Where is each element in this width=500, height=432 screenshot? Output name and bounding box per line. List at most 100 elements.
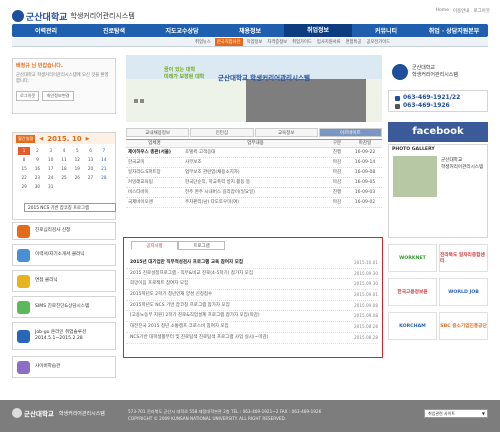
calendar-day[interactable]: 3 bbox=[45, 147, 57, 155]
facebook-banner[interactable]: facebook bbox=[388, 122, 488, 142]
edit-info-button[interactable]: 개인정보변경 bbox=[42, 91, 74, 101]
calendar-day[interactable]: 2 bbox=[31, 147, 43, 155]
calendar-day[interactable]: 8 bbox=[18, 156, 30, 164]
nav-advisor[interactable]: 지도교수상담 bbox=[148, 26, 216, 35]
calendar-day[interactable]: 5 bbox=[71, 147, 83, 155]
banner-prev-button[interactable] bbox=[134, 99, 138, 103]
subnav-news[interactable]: 취업뉴스 bbox=[194, 39, 212, 45]
calendar-day[interactable]: 17 bbox=[45, 165, 57, 173]
guide-link[interactable]: 이용안내 bbox=[453, 8, 470, 14]
calendar-day[interactable]: 31 bbox=[45, 183, 57, 191]
logout-link[interactable]: 로그아웃 bbox=[473, 8, 490, 14]
notice-item[interactable]: 2015학년도 NCS 기반 잡코칭 프로그램 참가자 모집 2015.09.08 bbox=[126, 301, 378, 312]
subnav-contest[interactable]: 공모전가이드 bbox=[365, 39, 391, 45]
notice-item[interactable]: NCS기반 대학생활부터 및 진로탐색 진로탐색 프로그램 사업 실시(~마감)… bbox=[126, 333, 378, 344]
job-cell: 커밍래교육팀 bbox=[128, 180, 153, 185]
logout-button[interactable]: 로그아웃 bbox=[16, 91, 40, 101]
nav-career[interactable]: 진로탐색 bbox=[80, 26, 148, 35]
notice-item[interactable]: 2015학년도 2학기 청년인재 양성 신청접수 2015.09.01 bbox=[126, 290, 378, 301]
keis-link[interactable]: 한국고용정보원 bbox=[388, 278, 437, 306]
calendar-day[interactable]: 28 bbox=[98, 174, 110, 182]
psych-test-link[interactable]: 진로심리검사 신청 bbox=[12, 222, 116, 240]
calendar-day[interactable]: 16 bbox=[31, 165, 43, 173]
tab-internship[interactable]: 인턴십 bbox=[190, 128, 254, 137]
worldjob-link[interactable]: WORLD JOB bbox=[439, 278, 488, 306]
jobgo-link[interactable]: Job-go 온라인 취업솔루션 2014.5.1~2015.2.28 bbox=[12, 322, 116, 350]
calendar-day[interactable]: 29 bbox=[18, 183, 30, 191]
footer-seal-icon bbox=[12, 408, 22, 418]
tab-education[interactable]: 교육정보 bbox=[254, 128, 318, 137]
calendar-day[interactable]: 22 bbox=[18, 174, 30, 182]
home-link[interactable]: Home bbox=[436, 8, 449, 14]
job-row[interactable]: 커밍래교육팀 한국단순직, 학교폭력 방지 활동 등 마감 16-09-05 bbox=[126, 178, 382, 188]
notice-item[interactable]: 2015 진로설정프로그램 - 직무&비교 진로(4-5학기) 참가자 모집 20… bbox=[126, 269, 378, 280]
job-row[interactable]: 국제바이오랜 주차판리(남) 다도토우미(여) 마감 16-09-02 bbox=[126, 198, 382, 208]
calendar-day[interactable]: 4 bbox=[58, 147, 70, 155]
calendar-day[interactable]: 25 bbox=[58, 174, 70, 182]
calendar-day[interactable]: 30 bbox=[31, 183, 43, 191]
notice-item[interactable]: 2015년 대기업만 직무적성검사 프로그램 교육 참여자 모집 2015.10.… bbox=[126, 258, 378, 269]
gallery-photo[interactable] bbox=[393, 156, 437, 197]
calendar-day[interactable]: 26 bbox=[71, 174, 83, 182]
nav-jobinfo[interactable]: 취업정보 bbox=[284, 24, 352, 37]
job-cell: 진행 bbox=[332, 150, 342, 155]
calendar-day[interactable]: 11 bbox=[58, 156, 70, 164]
tab-program[interactable]: 프로그램 bbox=[178, 241, 225, 250]
subnav-interview[interactable]: 면접특공 bbox=[345, 39, 363, 45]
jobcenter-link[interactable]: 전라북도 일자리종합센터 bbox=[439, 244, 488, 272]
banner-next-button[interactable] bbox=[140, 99, 144, 103]
notice-item[interactable]: 희망이음 프로젝트 참여자 모집 2015.09.30 bbox=[126, 279, 378, 291]
subnav-documents[interactable]: 입사지원서류 bbox=[316, 39, 342, 45]
subnav-license[interactable]: 자격증정보 bbox=[266, 39, 288, 45]
job-row[interactable]: 제이하우스 총판(서울) 호텔퀵 고객응대 진행 16-09-22 bbox=[126, 148, 382, 158]
notice-item[interactable]: [고용노동부 지원] 2학기 진로&직업설계 프로그램 참가자 모집(마감) 20… bbox=[126, 311, 378, 323]
calendar-day[interactable]: 19 bbox=[71, 165, 83, 173]
calendar-day[interactable]: 6 bbox=[84, 147, 96, 155]
related-sites-value: 취업관련 사이트 bbox=[428, 411, 456, 416]
next-month-icon[interactable]: ▶ bbox=[86, 136, 90, 142]
calendar-day[interactable]: 24 bbox=[45, 174, 57, 182]
side-logo[interactable]: 군산대학교 학생커리어관리시스템 bbox=[388, 58, 488, 85]
job-row[interactable]: 비스타바이 전주 완주 시내버스 길라잡이(일요일) 진행 16-09-03 bbox=[126, 188, 382, 198]
worknet-link[interactable]: WORKNET bbox=[388, 244, 437, 272]
tab-campus-recruit[interactable]: 교내채용정보 bbox=[126, 128, 190, 137]
sbc-link[interactable]: SBC 중소기업진흥공단 bbox=[439, 312, 488, 340]
calendar-day[interactable]: 1 bbox=[18, 147, 31, 155]
tab-parttime[interactable]: 아르바이트 bbox=[318, 128, 382, 137]
related-sites-select[interactable]: 취업관련 사이트 ▼ bbox=[424, 409, 488, 418]
nav-recruit[interactable]: 채용정보 bbox=[216, 26, 284, 35]
calendar-day[interactable]: 13 bbox=[84, 156, 96, 164]
cyber-learning-link[interactable]: 사이버학습관 bbox=[12, 356, 116, 378]
calendar-day[interactable]: 20 bbox=[84, 165, 96, 173]
subnav-guide[interactable]: 취업가이드 bbox=[291, 39, 313, 45]
logo[interactable]: 군산대학교 학생커리어관리시스템 bbox=[12, 8, 135, 24]
subnav-jobinfo[interactable]: 직업정보 bbox=[246, 39, 264, 45]
prev-month-icon[interactable]: ◀ bbox=[39, 136, 43, 142]
calendar-day[interactable]: 21 bbox=[98, 165, 110, 173]
calendar-day[interactable]: 7 bbox=[98, 147, 110, 155]
calendar-day[interactable]: 27 bbox=[84, 174, 96, 182]
calendar-day[interactable]: 15 bbox=[18, 165, 30, 173]
resume-clinic-link[interactable]: 이력서/자기소개서 클리닉 bbox=[12, 244, 116, 266]
calendar-day[interactable]: 12 bbox=[71, 156, 83, 164]
calendar-day[interactable]: 14 bbox=[98, 156, 110, 164]
tab-notice[interactable]: 공지사항 bbox=[131, 241, 178, 250]
calendar-day[interactable]: 10 bbox=[45, 156, 57, 164]
calendar-day[interactable]: 18 bbox=[58, 165, 70, 173]
nav-community[interactable]: 커뮤니티 bbox=[352, 26, 420, 35]
calendar-event-popup[interactable]: 2015 NCS 기반 잡코칭 프로그램 bbox=[24, 203, 116, 212]
notice-item[interactable]: 대전진국 2015 청년 소통캠프 크로스비 참여자 모집 2015.08.28 bbox=[126, 322, 378, 333]
nav-resume[interactable]: 이력관리 bbox=[12, 26, 80, 35]
sims-link[interactable]: SIMS 진로진단&상담시스템 bbox=[12, 296, 116, 318]
calendar-day[interactable]: 9 bbox=[31, 156, 43, 164]
korcham-link[interactable]: KORCHAM bbox=[388, 312, 437, 340]
calendar-day[interactable]: 23 bbox=[31, 174, 43, 182]
subnav-dictionary[interactable]: 한국직업사전 bbox=[214, 38, 243, 46]
nav-support[interactable]: 취업 · 상담지원본부 bbox=[420, 26, 488, 35]
links-row-3: KORCHAM SBC 중소기업진흥공단 bbox=[388, 312, 488, 340]
job-row[interactable]: 한국교미 사무보조 마감 16-09-14 bbox=[126, 158, 382, 168]
job-cell: 비스타바이 bbox=[128, 190, 149, 195]
job-tabs: 교내채용정보 인턴십 교육정보 아르바이트 bbox=[126, 128, 382, 137]
job-row[interactable]: 일자리G.S파트장 업무보조 관련업(채용소지자) 마감 16-09-08 bbox=[126, 168, 382, 178]
interview-clinic-link[interactable]: 면접 클리닉 bbox=[12, 270, 116, 292]
